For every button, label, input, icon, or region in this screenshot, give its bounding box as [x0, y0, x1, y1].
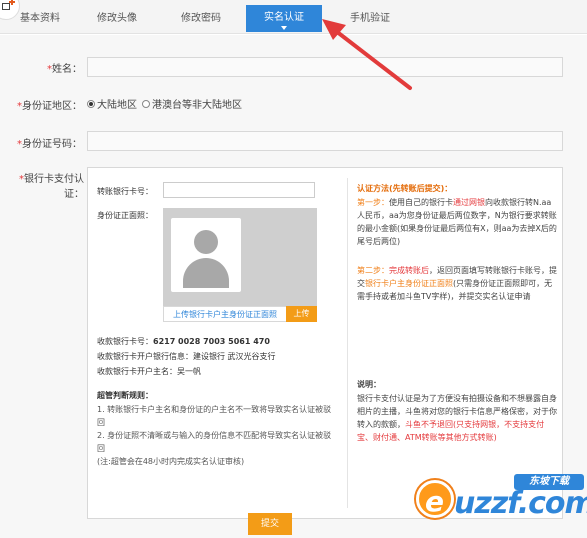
step-2-text: 第二步：完成转账后，返回页面填写转账银行卡账号，提交银行卡户主身份证正面照(只需…	[357, 266, 557, 301]
tab-change-avatar[interactable]: 修改头像	[82, 6, 152, 32]
rules-title: 超管判断规则：	[97, 391, 153, 400]
e-logo-icon: e	[416, 480, 454, 518]
tab-bar: 基本资料 修改头像 修改密码 实名认证 手机验证	[0, 0, 587, 34]
card-verify-panel: 转账银行卡号： 身份证正面照： 上传银行卡户主身份证正面照 上传 收款银行卡号：…	[87, 167, 563, 519]
region-label: *身份证地区：	[17, 101, 82, 112]
radio-unchecked-icon	[142, 99, 150, 108]
receive-owner-row: 收款银行卡开户主名：吴一帆	[97, 367, 201, 376]
region-other-radio[interactable]: 港澳台等非大陆地区	[142, 96, 242, 111]
rule-note: (注:超管会在48小时内完成实名认证审核)	[97, 457, 245, 466]
receive-card-row: 收款银行卡号：6217 0028 7003 5061 470	[97, 337, 270, 346]
name-input[interactable]	[87, 57, 563, 77]
method-title: 认证方法(先转账后提交)：	[357, 184, 453, 193]
upload-id-photo-link[interactable]: 上传银行卡户主身份证正面照	[163, 306, 287, 322]
watermark-logo: e uzzf.com 东坡下载	[414, 468, 587, 528]
radio-checked-icon	[87, 99, 95, 108]
id-photo-label: 身份证正面照：	[97, 211, 153, 220]
id-card-image	[171, 218, 241, 292]
rule-1: 1. 转账银行卡户主名和身份证的户主名不一致将导致实名认证被驳回	[97, 405, 332, 427]
tab-basic-info[interactable]: 基本资料	[20, 6, 68, 32]
note-title: 说明：	[357, 380, 381, 389]
tab-change-password[interactable]: 修改密码	[166, 6, 236, 32]
id-number-input[interactable]	[87, 131, 563, 151]
region-mainland-radio[interactable]: 大陆地区	[87, 96, 137, 111]
note-text: 银行卡支付认证是为了方便没有拍摄设备和不想暴露自身相片的主播，斗鱼将对您的银行卡…	[357, 394, 557, 442]
card-verify-label: *银行卡支付认证：	[19, 174, 84, 200]
caret-down-icon	[281, 26, 287, 30]
form-area: *姓名： *身份证地区： 大陆地区 港澳台等非大陆地区 *身份证号码： *银行卡…	[0, 35, 587, 538]
submit-button[interactable]: 提交	[248, 513, 292, 535]
card-number-input[interactable]	[163, 182, 315, 198]
rule-2: 2. 身份证照不清晰或与输入的身份信息不匹配将导致实名认证被驳回	[97, 431, 332, 453]
upload-button[interactable]: 上传	[286, 306, 317, 322]
add-icon[interactable]	[0, 0, 20, 20]
person-icon	[194, 230, 218, 254]
id-number-label: *身份证号码：	[17, 139, 82, 150]
id-photo-placeholder	[163, 208, 317, 322]
step-1-text: 第一步：使用自己的银行卡通过网银向收款银行转N.aa人民币，aa为您身份证最后两…	[357, 198, 557, 246]
receive-bank-row: 收款银行卡开户银行信息：建设银行 武汉光谷支行	[97, 352, 276, 361]
name-label: *姓名：	[47, 64, 82, 75]
card-number-label: 转账银行卡号：	[97, 187, 153, 196]
tab-real-name[interactable]: 实名认证	[246, 5, 322, 32]
tab-real-name-label: 实名认证	[264, 12, 304, 23]
panel-divider	[347, 178, 348, 508]
tab-phone-verify[interactable]: 手机验证	[334, 6, 406, 32]
